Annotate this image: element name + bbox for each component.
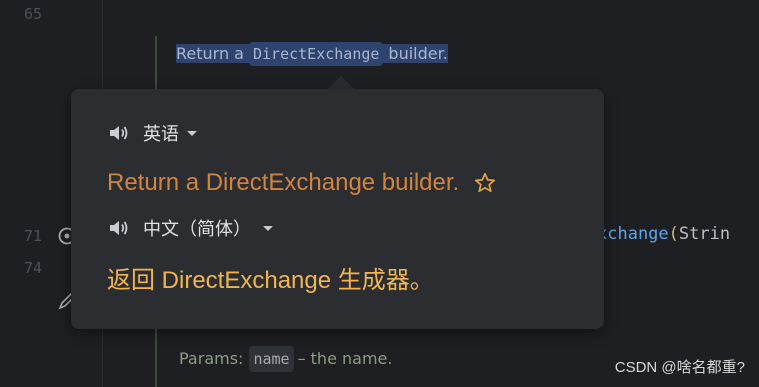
target-language-label: 中文（简体）	[143, 219, 251, 240]
popup-pointer	[327, 76, 355, 90]
source-language-label: 英语	[143, 124, 179, 145]
chevron-down-icon	[187, 130, 197, 136]
translation-popup: 英语 Return a DirectExchange builder. 中文（简…	[71, 89, 604, 329]
selected-text: Return a DirectExchange builder.	[176, 42, 448, 66]
method-name: xchange	[597, 224, 669, 244]
source-text: Return a DirectExchange builder.	[107, 169, 460, 196]
params-label: Params:	[179, 349, 244, 368]
doc-comment-bar	[155, 36, 157, 92]
target-text: 返回 DirectExchange 生成器。	[107, 267, 434, 294]
doc-code-chip: DirectExchange	[248, 42, 384, 66]
doc-text: Return a	[176, 44, 244, 63]
line-number: 71	[24, 227, 43, 245]
speaker-icon[interactable]	[107, 217, 129, 239]
doc-comment-bar	[155, 328, 157, 387]
param-type: Strin	[678, 224, 731, 244]
chevron-down-icon	[263, 225, 273, 231]
target-language-selector[interactable]: 中文（简体）	[107, 215, 273, 241]
paren: (	[668, 224, 679, 244]
param-desc: – the name.	[297, 349, 393, 368]
star-icon[interactable]	[473, 171, 497, 195]
doc-params-line: Params: name – the name.	[179, 346, 392, 372]
line-number: 65	[24, 5, 43, 23]
speaker-icon[interactable]	[107, 122, 129, 144]
doc-text: builder.	[388, 44, 448, 63]
line-number: 74	[24, 259, 43, 277]
source-language-selector[interactable]: 英语	[107, 120, 197, 146]
code-line[interactable]: xchange(Strin	[597, 224, 730, 244]
watermark: CSDN @啥名都重?	[614, 359, 745, 376]
doc-comment-line[interactable]: Return a DirectExchange builder.	[176, 42, 448, 66]
param-chip: name	[249, 346, 294, 372]
source-text-row: Return a DirectExchange builder.	[107, 169, 497, 197]
